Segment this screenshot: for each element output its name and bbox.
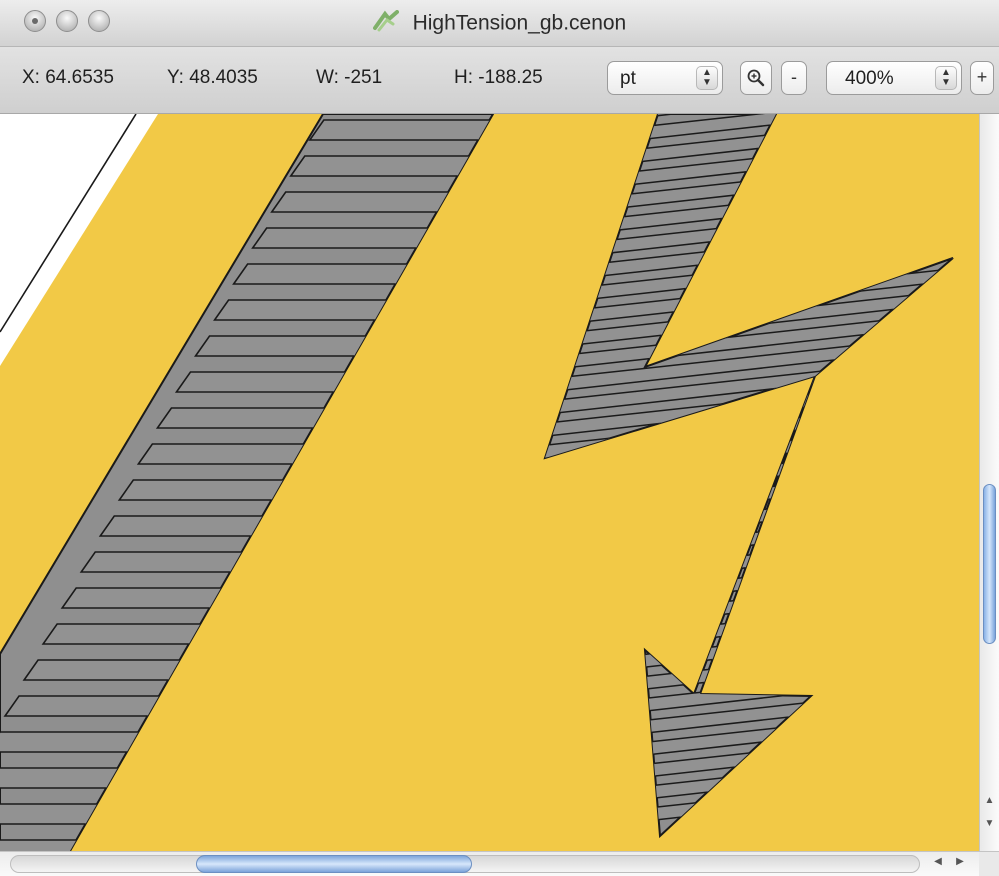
high-tension-sign-drawing[interactable] (0, 114, 979, 851)
scroll-left-arrow-icon[interactable]: ◀ (930, 856, 946, 872)
add-label: + (976, 67, 988, 87)
zoom-stepper-icon: ▲ ▼ (935, 66, 957, 90)
horizontal-scrollbar[interactable]: ◀ ▶ (0, 851, 979, 876)
h-value[interactable]: -188.25 (478, 67, 542, 88)
stripe-slat (251, 227, 444, 249)
title-bar: HighTension_gb.cenon (0, 0, 999, 47)
add-button[interactable]: + (970, 61, 994, 95)
stripe-slat (232, 263, 425, 285)
w-label: W: (316, 67, 339, 88)
vertical-scrollbar[interactable]: ▲ ▼ (979, 114, 999, 851)
w-value[interactable]: -251 (344, 67, 382, 88)
y-value[interactable]: 48.4035 (189, 67, 258, 88)
h-label: H: (454, 67, 473, 88)
x-label: X: (22, 67, 40, 88)
unit-stepper-icon: ▲ ▼ (696, 66, 718, 90)
y-coordinate: Y: 48.4035 (167, 67, 258, 89)
zoom-out-label: - (791, 67, 797, 87)
horizontal-scroll-thumb[interactable] (196, 855, 472, 873)
x-value[interactable]: 64.6535 (45, 67, 114, 88)
zoom-select[interactable]: 400% ▲ ▼ (826, 61, 962, 95)
stripe-slat (308, 119, 493, 141)
stripe-slat (213, 299, 406, 321)
drawing-canvas[interactable] (0, 114, 979, 851)
resize-grip-icon[interactable] (979, 851, 999, 876)
scroll-down-arrow-icon[interactable]: ▼ (980, 818, 999, 836)
height-value-field: H: -188.25 (454, 67, 543, 89)
zoom-out-button[interactable]: - (781, 61, 807, 95)
zoom-select-value: 400% (845, 68, 894, 89)
cenon-document-icon (372, 10, 399, 38)
toolbar: X: 64.6535 Y: 48.4035 W: -251 H: -188.25… (0, 47, 999, 114)
unit-select-value: pt (620, 68, 636, 89)
y-label: Y: (167, 67, 184, 88)
scroll-up-arrow-icon[interactable]: ▲ (980, 795, 999, 813)
vertical-scroll-thumb[interactable] (983, 484, 996, 644)
app-window: HighTension_gb.cenon X: 64.6535 Y: 48.40… (0, 0, 999, 876)
x-coordinate: X: 64.6535 (22, 67, 114, 89)
window-title-area: HighTension_gb.cenon (0, 10, 999, 38)
window-title: HighTension_gb.cenon (412, 11, 627, 35)
stripe-slat (289, 155, 483, 177)
zoom-in-button[interactable] (740, 61, 772, 95)
unit-select[interactable]: pt ▲ ▼ (607, 61, 723, 95)
width-value-field: W: -251 (316, 67, 382, 89)
magnifier-plus-icon (747, 69, 765, 87)
scroll-right-arrow-icon[interactable]: ▶ (952, 856, 968, 872)
stripe-slat (270, 191, 464, 213)
